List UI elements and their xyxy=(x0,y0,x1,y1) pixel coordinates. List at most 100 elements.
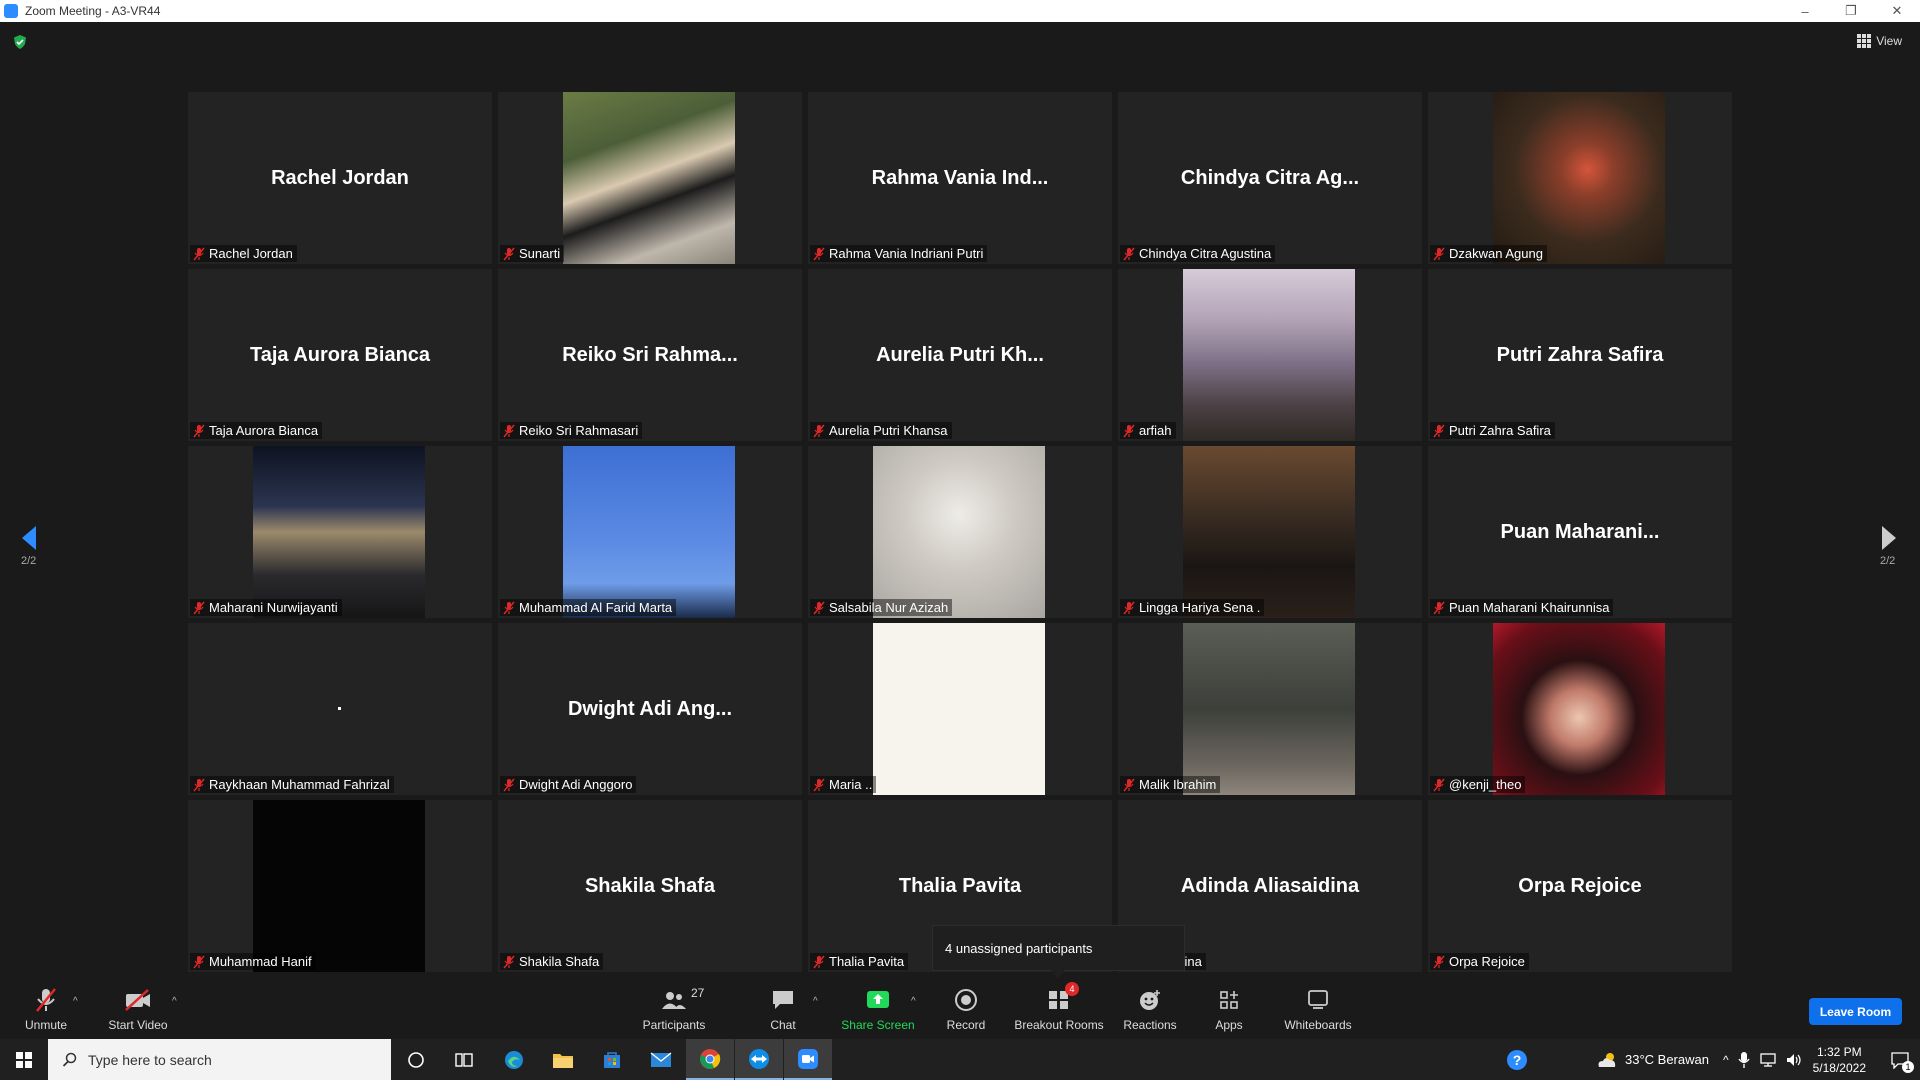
participant-tile[interactable]: Chindya Citra Ag... Chindya Citra Agustin… xyxy=(1118,92,1422,264)
minimize-button[interactable]: – xyxy=(1782,0,1828,22)
cortana-icon[interactable] xyxy=(392,1039,440,1080)
share-screen-label: Share Screen xyxy=(841,1018,915,1032)
participant-tile[interactable]: Muhammad Hanif xyxy=(188,800,492,972)
participant-tile[interactable]: Orpa Rejoice Orpa Rejoice xyxy=(1428,800,1732,972)
participant-name-label: Thalia Pavita xyxy=(810,953,909,970)
windows-start-button[interactable] xyxy=(0,1039,48,1080)
apps-icon xyxy=(1218,986,1240,1014)
participant-tile[interactable]: Putri Zahra Safira Putri Zahra Safira xyxy=(1428,269,1732,441)
close-button[interactable]: ✕ xyxy=(1874,0,1920,22)
participant-tile[interactable]: Raykhaan Muhammad Fahrizal xyxy=(188,623,492,795)
muted-mic-icon xyxy=(502,601,519,615)
zoom-taskbar-icon[interactable] xyxy=(784,1039,832,1080)
participant-display-name: Reiko Sri Rahma... xyxy=(562,343,738,366)
record-icon xyxy=(954,986,978,1014)
participant-tile[interactable]: Rachel Jordan Rachel Jordan xyxy=(188,92,492,264)
svg-text:?: ? xyxy=(1513,1052,1522,1068)
chat-button[interactable]: Chat xyxy=(763,986,803,1036)
taskbar-clock[interactable]: 1:32 PM 5/18/2022 xyxy=(1813,1044,1866,1076)
restore-button[interactable]: ❐ xyxy=(1828,0,1874,22)
participant-tile[interactable]: @kenji_theo xyxy=(1428,623,1732,795)
muted-mic-icon xyxy=(1432,247,1449,261)
chrome-browser-icon[interactable] xyxy=(686,1039,734,1080)
file-explorer-icon[interactable] xyxy=(539,1039,587,1080)
participant-name: Orpa Rejoice xyxy=(1449,954,1525,969)
weather-cloud-icon[interactable] xyxy=(1595,1051,1619,1069)
unmute-button[interactable]: Unmute xyxy=(18,986,74,1036)
participant-tile[interactable]: Maharani Nurwijayanti xyxy=(188,446,492,618)
windows-logo-icon xyxy=(16,1051,32,1068)
view-label: View xyxy=(1876,34,1902,48)
mail-icon[interactable] xyxy=(637,1039,685,1080)
previous-page-arrow-icon[interactable] xyxy=(14,518,44,558)
breakout-rooms-label: Breakout Rooms xyxy=(1014,1018,1104,1032)
share-screen-button[interactable]: Share Screen xyxy=(840,986,916,1036)
record-button[interactable]: Record xyxy=(943,986,989,1036)
participant-name: Lingga Hariya Sena . xyxy=(1139,600,1261,615)
participant-name-label: Lingga Hariya Sena . xyxy=(1120,599,1265,616)
weather-text[interactable]: 33°C Berawan xyxy=(1625,1052,1709,1067)
participants-button[interactable]: 27 Participants xyxy=(637,986,711,1036)
participant-tile[interactable]: Reiko Sri Rahma... Reiko Sri Rahmasari xyxy=(498,269,802,441)
chat-icon xyxy=(771,986,795,1014)
share-options-caret-icon[interactable]: ^ xyxy=(911,996,916,1007)
breakout-rooms-button[interactable]: 4 Breakout Rooms xyxy=(1012,982,1106,1036)
network-icon[interactable] xyxy=(1759,1052,1777,1068)
participant-name-label: Salsabila Nur Azizah xyxy=(810,599,953,616)
participant-tile[interactable]: Aurelia Putri Kh... Aurelia Putri Khansa xyxy=(808,269,1112,441)
participant-tile[interactable]: Lingga Hariya Sena . xyxy=(1118,446,1422,618)
participant-display-name: Orpa Rejoice xyxy=(1518,874,1642,897)
task-view-icon[interactable] xyxy=(440,1039,488,1080)
participant-display-name xyxy=(808,623,1112,795)
whiteboard-icon xyxy=(1306,986,1330,1014)
participant-tile[interactable]: Dzakwan Agung xyxy=(1428,92,1732,264)
muted-mic-icon xyxy=(502,955,519,969)
muted-mic-icon xyxy=(1122,424,1139,438)
participant-name: Shakila Shafa xyxy=(519,954,600,969)
start-video-button[interactable]: Start Video xyxy=(103,986,173,1036)
participant-name: Muhammad Al Farid Marta xyxy=(519,600,673,615)
whiteboards-button[interactable]: Whiteboards xyxy=(1282,986,1354,1036)
participant-tile[interactable]: Shakila Shafa Shakila Shafa xyxy=(498,800,802,972)
muted-mic-icon xyxy=(1122,247,1139,261)
chat-label: Chat xyxy=(770,1018,796,1032)
participant-tile[interactable]: Salsabila Nur Azizah xyxy=(808,446,1112,618)
leave-room-button[interactable]: Leave Room xyxy=(1809,998,1902,1025)
participant-tile[interactable]: Dwight Adi Ang... Dwight Adi Anggoro xyxy=(498,623,802,795)
participant-tile[interactable]: Malik Ibrahim xyxy=(1118,623,1422,795)
participant-display-name: Rachel Jordan xyxy=(271,166,409,189)
participant-name: Muhammad Hanif xyxy=(209,954,312,969)
chat-options-caret-icon[interactable]: ^ xyxy=(813,996,818,1007)
taskbar-search-box[interactable]: Type here to search xyxy=(48,1039,391,1080)
apps-button[interactable]: Apps xyxy=(1213,986,1245,1036)
participant-tile[interactable]: Taja Aurora Bianca Taja Aurora Bianca xyxy=(188,269,492,441)
participant-name: Puan Maharani Khairunnisa xyxy=(1449,600,1610,615)
help-question-icon[interactable]: ? xyxy=(1505,1048,1529,1072)
participant-tile[interactable]: Rahma Vania Ind... Rahma Vania Indriani P… xyxy=(808,92,1112,264)
next-page-arrow-icon[interactable] xyxy=(1874,518,1904,558)
microphone-icon[interactable] xyxy=(1737,1051,1751,1069)
view-button[interactable]: View xyxy=(1857,34,1902,48)
participant-tile[interactable]: arfiah xyxy=(1118,269,1422,441)
participant-tile[interactable]: Sunarti xyxy=(498,92,802,264)
participant-tile[interactable]: Puan Maharani... Puan Maharani Khairunnis… xyxy=(1428,446,1732,618)
participant-display-name: Dwight Adi Ang... xyxy=(567,697,733,720)
audio-options-caret-icon[interactable]: ^ xyxy=(73,996,78,1007)
show-hidden-icons-chevron-icon[interactable]: ^ xyxy=(1723,1053,1729,1067)
participant-tile[interactable]: Maria .. xyxy=(808,623,1112,795)
shield-check-icon[interactable] xyxy=(12,34,28,50)
volume-icon[interactable] xyxy=(1785,1052,1803,1068)
participant-name: Salsabila Nur Azizah xyxy=(829,600,949,615)
microsoft-store-icon[interactable] xyxy=(588,1039,636,1080)
participant-tile[interactable]: Muhammad Al Farid Marta xyxy=(498,446,802,618)
meeting-toolbar: Unmute ^ Start Video ^ 27 Participants C… xyxy=(0,982,1920,1039)
notification-center-icon[interactable]: 1 xyxy=(1880,1039,1920,1080)
participant-name-label: Sunarti xyxy=(500,245,565,262)
edge-browser-icon[interactable] xyxy=(490,1039,538,1080)
participant-name-label: Malik Ibrahim xyxy=(1120,776,1221,793)
reactions-button[interactable]: Reactions xyxy=(1122,986,1178,1036)
teamviewer-icon[interactable] xyxy=(735,1039,783,1080)
participant-name: arfiah xyxy=(1139,423,1172,438)
participant-name-label: Reiko Sri Rahmasari xyxy=(500,422,643,439)
video-options-caret-icon[interactable]: ^ xyxy=(172,996,177,1007)
